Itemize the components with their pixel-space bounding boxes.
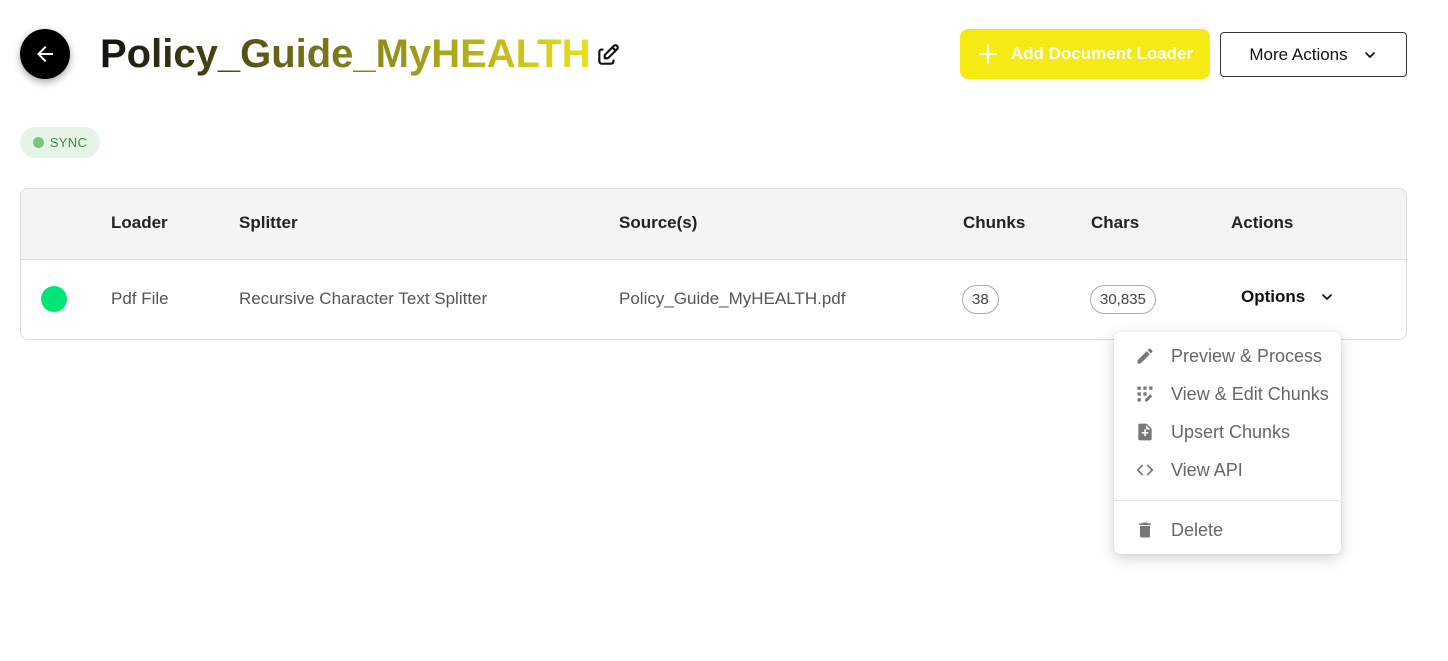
add-document-loader-label: Add Document Loader [1010,44,1194,63]
menu-item-label: Delete [1171,519,1224,540]
pencil-icon [1134,345,1156,367]
pencil-square-icon [598,44,619,65]
back-button[interactable] [20,29,70,79]
splitter-cell: Recursive Character Text Splitter [239,289,488,308]
document-loaders-table: Loader Splitter Source(s) Chunks Chars A… [20,188,1407,340]
trash-icon [1134,519,1156,541]
plus-icon [978,44,998,64]
more-actions-label: More Actions [1249,44,1348,64]
sync-status-dot [32,137,44,148]
column-header-actions: Actions [1231,213,1294,232]
menu-item-preview-process[interactable]: Preview & Process [1114,338,1341,374]
menu-item-view-api[interactable]: View API [1114,452,1341,488]
source-cell: Policy_Guide_MyHEALTH.pdf [619,289,846,308]
edit-title-button[interactable] [593,40,623,70]
sync-status-badge: SYNC [20,127,100,158]
menu-item-label: Upsert Chunks [1171,421,1291,442]
more-actions-button[interactable]: More Actions [1220,32,1407,77]
menu-item-delete[interactable]: Delete [1114,512,1341,548]
page-title: Policy_Guide_MyHEALTH [100,28,590,80]
column-header-splitter: Splitter [239,213,298,232]
code-icon [1134,459,1156,481]
menu-divider [1114,500,1341,501]
arrow-left-icon [37,46,53,62]
menu-item-upsert-chunks[interactable]: Upsert Chunks [1114,414,1341,450]
chunks-count-pill: 38 [962,285,999,314]
row-options-label: Options [1241,287,1306,306]
column-header-sources: Source(s) [619,213,698,232]
sync-status-label: SYNC [49,135,88,150]
grid-edit-icon [1134,383,1156,405]
menu-item-label: View API [1171,459,1243,480]
table-header: Loader Splitter Source(s) Chunks Chars A… [21,189,1406,260]
loader-cell: Pdf File [111,289,169,308]
column-header-chars: Chars [1091,213,1140,232]
menu-item-view-edit-chunks[interactable]: View & Edit Chunks [1114,376,1341,412]
menu-item-label: Preview & Process [1171,345,1323,366]
chars-count-pill: 30,835 [1090,285,1156,314]
row-options-button[interactable]: Options [1241,287,1335,307]
column-header-chunks: Chunks [963,213,1026,232]
column-header-loader: Loader [111,213,168,232]
add-document-loader-button[interactable]: Add Document Loader [960,29,1210,79]
chevron-down-icon [1322,294,1333,300]
menu-item-label: View & Edit Chunks [1171,383,1329,404]
options-dropdown-menu: Preview & Process View & Edit Chunks Ups… [1114,332,1341,554]
chevron-down-icon [1364,51,1375,58]
loader-status-dot [41,286,67,312]
file-add-icon [1134,421,1156,443]
